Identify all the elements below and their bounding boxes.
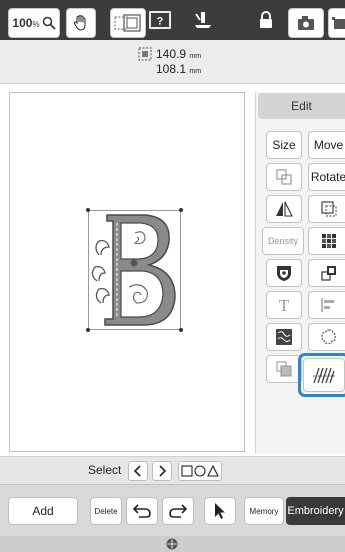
redo-button[interactable]	[162, 497, 194, 525]
svg-text:?: ?	[157, 16, 164, 28]
lock-icon[interactable]	[253, 8, 279, 32]
zoom-button[interactable]: 100%	[8, 8, 60, 38]
stipple-button[interactable]	[266, 323, 302, 351]
settings-icon[interactable]	[166, 538, 178, 550]
outline-icon	[320, 329, 336, 344]
embroidered-letter-b	[91, 214, 176, 326]
camera-settings-icon	[331, 17, 345, 29]
color-grid-icon	[321, 234, 336, 248]
magnifier-icon	[42, 16, 56, 30]
select-next-button[interactable]	[152, 461, 172, 481]
multicolor-icon	[320, 266, 336, 281]
hand-pan-button[interactable]	[66, 8, 96, 38]
select-prev-button[interactable]	[128, 461, 148, 481]
memory-button[interactable]: Memory	[244, 497, 284, 525]
align-icon	[320, 298, 334, 312]
chevron-left-icon	[133, 465, 141, 477]
text-icon: T	[279, 296, 290, 314]
outline-button[interactable]	[308, 323, 345, 351]
multicolor-button[interactable]	[308, 259, 345, 287]
thread-icon[interactable]	[190, 8, 216, 32]
group-button[interactable]	[266, 163, 302, 191]
shape-select-icon	[181, 465, 219, 477]
duplicate-icon	[276, 361, 292, 377]
delete-button[interactable]: Delete	[90, 497, 122, 525]
text-button[interactable]: T	[266, 291, 302, 319]
flip-icon	[276, 201, 293, 217]
frame-select-icon	[114, 14, 141, 32]
stipple-icon	[276, 329, 292, 345]
group-icon	[276, 169, 292, 185]
color-grid-button[interactable]	[308, 227, 345, 255]
undo-button[interactable]	[126, 497, 158, 525]
pointer-button[interactable]	[204, 497, 236, 525]
pointer-icon	[215, 503, 225, 519]
hand-pan-icon	[73, 14, 86, 31]
border-icon	[320, 201, 336, 217]
size-icon	[138, 47, 152, 61]
height-value: 108.1 mm	[156, 62, 202, 76]
duplicate-button[interactable]	[266, 355, 302, 383]
camera-settings-button[interactable]	[328, 8, 345, 38]
undo-icon	[132, 504, 151, 518]
camera-view-button[interactable]	[288, 8, 324, 38]
size-button[interactable]: Size	[266, 131, 302, 159]
applique-icon	[277, 266, 291, 281]
flip-button[interactable]	[266, 195, 302, 223]
width-value: 140.9 mm	[156, 47, 202, 61]
select-row	[0, 456, 345, 484]
chevron-right-icon	[159, 465, 167, 477]
select-label: Select	[88, 463, 122, 477]
frame-select-button[interactable]	[110, 8, 146, 38]
rotate-button[interactable]: Rotate	[308, 163, 345, 191]
design-size-readout: 140.9 mm 108.1 mm	[138, 45, 228, 79]
redo-icon	[169, 504, 188, 518]
align-button[interactable]	[308, 291, 345, 319]
density-button[interactable]: Density	[262, 227, 304, 255]
camera-icon	[298, 16, 314, 30]
zoom-value: 100%	[12, 16, 40, 30]
svg-text:T: T	[279, 296, 290, 314]
embroidery-button[interactable]: Embroidery	[286, 497, 345, 525]
move-button[interactable]: Move	[308, 131, 345, 159]
applique-button[interactable]	[266, 259, 302, 287]
border-button[interactable]	[308, 195, 345, 223]
highlighted-tool-callout	[298, 353, 345, 397]
add-button[interactable]: Add	[8, 497, 78, 525]
shape-select-button[interactable]	[178, 461, 222, 481]
edit-panel-header[interactable]: Edit	[258, 93, 345, 119]
help-icon[interactable]: ?	[147, 8, 173, 32]
